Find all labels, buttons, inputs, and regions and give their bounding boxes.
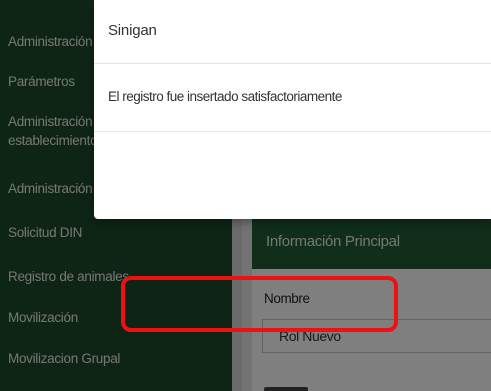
dialog-message: El registro fue insertado satisfactoriam… xyxy=(108,89,342,104)
dialog-body: El registro fue insertado satisfactoriam… xyxy=(94,64,491,132)
dialog-header: Sinigan xyxy=(94,0,491,64)
highlight-annotation xyxy=(121,276,398,332)
dialog-title: Sinigan xyxy=(108,22,157,39)
alert-dialog: Sinigan El registro fue insertado satisf… xyxy=(94,0,491,219)
dialog-footer xyxy=(94,132,491,219)
